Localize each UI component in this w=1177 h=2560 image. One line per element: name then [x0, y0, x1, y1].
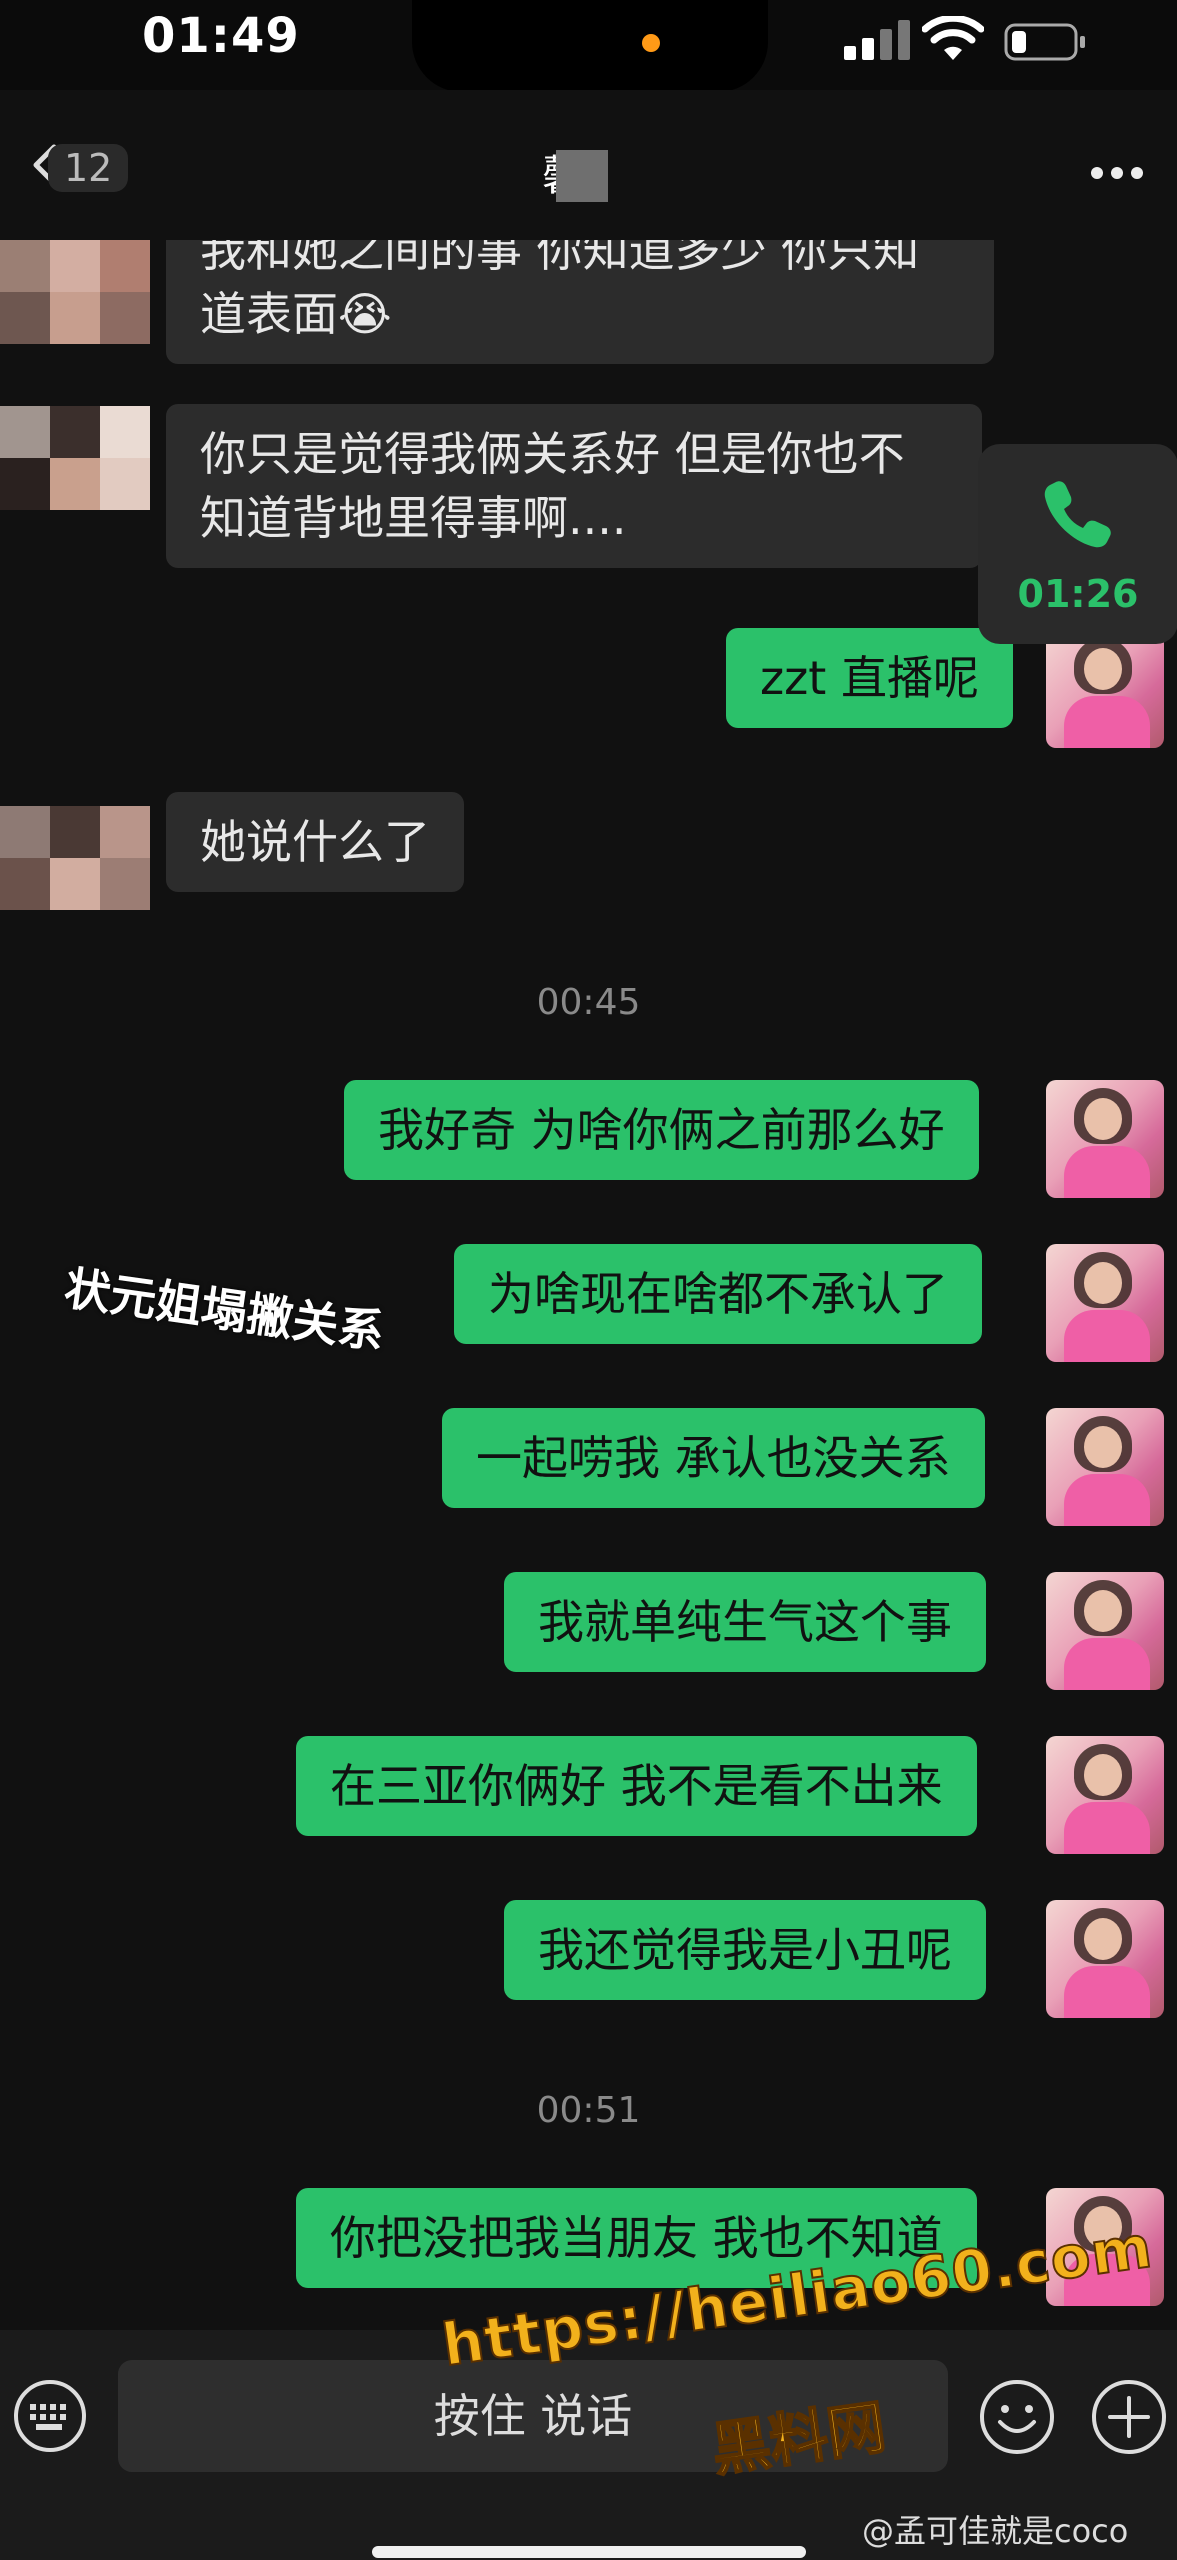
contact-avatar[interactable] — [0, 240, 152, 344]
message-bubble-outgoing[interactable]: 我好奇 为啥你俩之前那么好 — [344, 1080, 979, 1180]
wifi-icon — [922, 16, 984, 60]
timestamp: 00:51 — [536, 2090, 641, 2131]
my-avatar[interactable] — [1046, 1572, 1164, 1690]
my-avatar[interactable] — [1046, 1736, 1164, 1854]
keyboard-icon[interactable] — [12, 2378, 88, 2454]
message-bubble-outgoing[interactable]: 一起唠我 承认也没关系 — [442, 1408, 985, 1508]
weibo-credit: @孟可佳就是coco — [862, 2512, 1129, 2550]
message-bubble-outgoing[interactable]: 为啥现在啥都不承认了 — [454, 1244, 982, 1344]
message-line: 知道背地里得事啊.... — [200, 491, 627, 545]
message-bubble-outgoing[interactable]: 在三亚你俩好 我不是看不出来 — [296, 1736, 977, 1836]
message-bubble-incoming[interactable]: 她说什么了 — [166, 792, 464, 892]
recording-indicator-icon — [642, 34, 660, 52]
phone-icon — [1044, 481, 1111, 548]
contact-avatar[interactable] — [0, 406, 152, 510]
message-line: 你只是觉得我俩关系好 但是你也不 — [200, 427, 905, 481]
call-duration: 01:26 — [1017, 572, 1139, 616]
my-avatar[interactable] — [1046, 1080, 1164, 1198]
my-avatar[interactable] — [1046, 1900, 1164, 2018]
signal-icon — [844, 20, 910, 60]
home-indicator — [372, 2546, 806, 2558]
battery-icon — [1004, 23, 1085, 61]
dynamic-island — [412, 0, 768, 92]
message-bubble-outgoing[interactable]: 我就单纯生气这个事 — [504, 1572, 986, 1672]
back-unread-count[interactable]: 12 — [48, 144, 129, 192]
timestamp: 00:45 — [536, 982, 641, 1023]
my-avatar[interactable] — [1046, 630, 1164, 748]
my-avatar[interactable] — [1046, 1244, 1164, 1362]
message-bubble-incoming[interactable]: 我和她之间的事 你知道多少 你只知 道表面😭 — [166, 240, 994, 364]
message-bubble-outgoing[interactable]: zzt 直播呢 — [726, 628, 1013, 728]
message-bubble-outgoing[interactable]: 我还觉得我是小丑呢 — [504, 1900, 986, 2000]
contact-avatar[interactable] — [0, 806, 152, 910]
title-mosaic — [556, 150, 608, 202]
plus-icon[interactable] — [1090, 2378, 1168, 2456]
message-line: 道表面😭 — [200, 287, 392, 341]
emoji-icon[interactable] — [978, 2378, 1056, 2456]
voice-call-float[interactable]: 01:26 — [978, 444, 1177, 644]
status-time: 01:49 — [142, 8, 300, 64]
message-line: 我和她之间的事 你知道多少 你只知 — [200, 240, 920, 277]
message-bubble-incoming[interactable]: 你只是觉得我俩关系好 但是你也不 知道背地里得事啊.... — [166, 404, 982, 568]
my-avatar[interactable] — [1046, 1408, 1164, 1526]
more-options-icon[interactable] — [1090, 166, 1144, 180]
